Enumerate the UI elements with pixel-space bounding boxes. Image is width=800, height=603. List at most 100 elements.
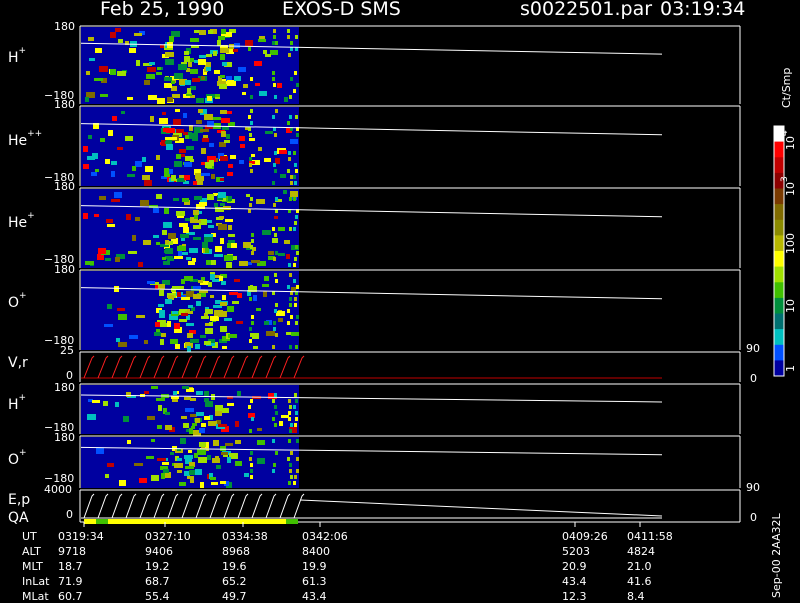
data-pixel (220, 446, 226, 451)
data-pixel (289, 303, 292, 307)
ephemeris-value: 19.9 (302, 560, 327, 573)
data-pixel (293, 197, 296, 201)
colorbar-unit-label: Ct/Smp (780, 67, 793, 108)
data-pixel (147, 67, 156, 72)
data-pixel (295, 245, 298, 249)
data-pixel (161, 333, 166, 337)
data-pixel (274, 309, 277, 313)
data-pixel (108, 130, 113, 136)
data-pixel (259, 91, 267, 96)
data-pixel (281, 415, 289, 418)
colorbar-tick-10e3: 103 (780, 176, 797, 196)
data-pixel (273, 463, 276, 467)
data-pixel (288, 411, 291, 415)
ephemeris-value: 0334:38 (222, 530, 268, 543)
data-pixel (184, 56, 190, 62)
data-pixel (168, 233, 176, 239)
data-pixel (158, 304, 164, 307)
data-pixel (174, 323, 180, 329)
data-pixel (180, 234, 189, 238)
ytick-top-2: 180 (54, 98, 75, 111)
data-pixel (250, 77, 253, 81)
data-pixel (289, 429, 292, 433)
data-pixel (193, 237, 201, 240)
data-pixel (215, 411, 222, 416)
data-pixel (294, 221, 297, 225)
data-pixel (289, 297, 292, 301)
data-pixel (174, 256, 183, 259)
data-pixel (107, 224, 115, 227)
data-pixel (204, 114, 213, 120)
data-pixel (156, 194, 162, 199)
data-pixel (156, 155, 160, 160)
data-pixel (287, 457, 290, 461)
data-pixel (157, 458, 166, 461)
data-pixel (194, 196, 202, 200)
rtick-ep-bottom: 0 (750, 511, 757, 524)
data-pixel (273, 321, 276, 325)
data-pixel (179, 482, 186, 486)
data-pixel (228, 225, 232, 230)
data-pixel (189, 470, 195, 475)
data-pixel (290, 77, 293, 81)
data-pixel (221, 118, 230, 123)
data-pixel (272, 181, 275, 185)
data-pixel (216, 465, 221, 469)
colorbar-tick-10: 10 (784, 299, 797, 313)
data-pixel (184, 51, 189, 55)
data-pixel (288, 439, 291, 443)
ytick-top-3: 180 (54, 180, 75, 193)
data-pixel (214, 254, 223, 257)
ephemeris-row-label: MLat (22, 590, 49, 603)
data-pixel (274, 216, 278, 219)
data-pixel (184, 455, 193, 459)
data-pixel (251, 239, 254, 243)
ephemeris-value: 71.9 (58, 575, 83, 588)
data-pixel (163, 469, 169, 473)
data-pixel (228, 234, 235, 237)
data-pixel (221, 131, 226, 137)
data-pixel (217, 40, 221, 46)
data-pixel (250, 463, 253, 467)
data-pixel (175, 109, 180, 112)
data-pixel (190, 339, 199, 343)
data-pixel (179, 149, 186, 153)
data-pixel (290, 181, 293, 185)
data-pixel (187, 88, 191, 94)
data-pixel (201, 173, 210, 176)
data-pixel (210, 295, 214, 298)
data-pixel (263, 291, 267, 297)
data-pixel (185, 80, 191, 85)
data-pixel (220, 110, 227, 114)
data-pixel (220, 238, 224, 244)
data-pixel (274, 233, 277, 237)
data-pixel (156, 329, 160, 332)
data-pixel (136, 60, 140, 66)
data-pixel (107, 463, 114, 467)
data-pixel (99, 66, 108, 72)
data-pixel (209, 322, 213, 326)
data-pixel (208, 421, 217, 426)
ephemeris-value: 65.2 (222, 575, 247, 588)
data-pixel (147, 281, 155, 284)
data-pixel (249, 339, 252, 343)
data-pixel (144, 340, 148, 344)
data-pixel (280, 174, 286, 178)
data-pixel (219, 276, 223, 281)
data-pixel (118, 39, 123, 43)
data-pixel (171, 175, 176, 181)
data-pixel (110, 32, 116, 38)
ytick-top-5: 25 (60, 344, 74, 357)
data-pixel (186, 257, 191, 260)
data-pixel (167, 321, 171, 327)
data-pixel (200, 482, 204, 488)
data-pixel (207, 455, 211, 460)
data-pixel (287, 35, 290, 39)
data-pixel (275, 197, 278, 201)
data-pixel (178, 64, 187, 70)
data-pixel (209, 143, 214, 147)
data-pixel (220, 302, 227, 306)
data-pixel (278, 227, 285, 231)
ephemeris-row-label: ALT (22, 545, 41, 558)
spectrogram-plot (0, 0, 800, 600)
